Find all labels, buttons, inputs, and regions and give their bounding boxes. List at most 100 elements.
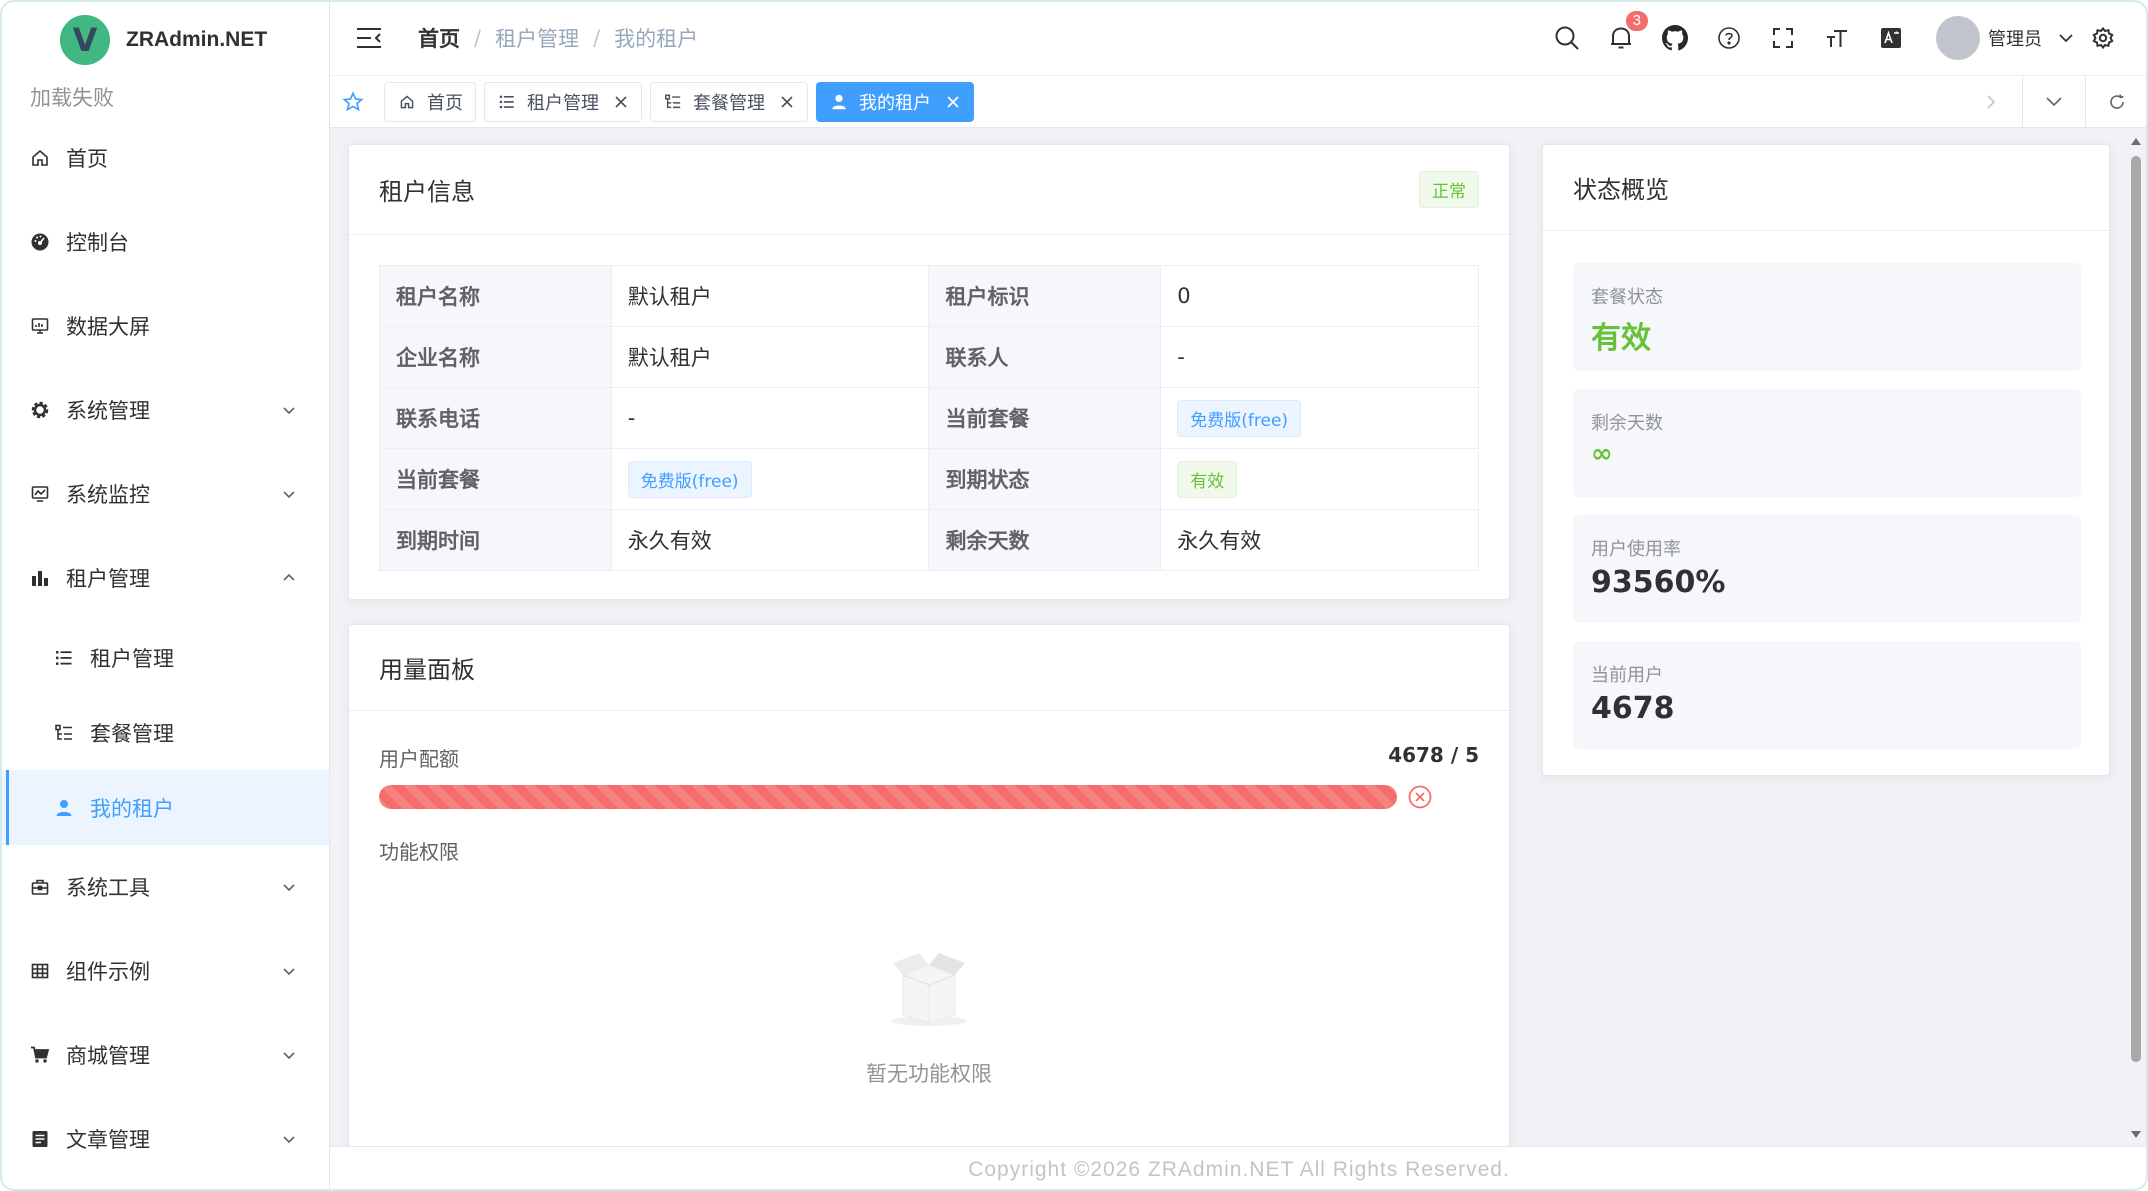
tree-list-icon [52, 721, 76, 745]
notification-badge: 3 [1623, 9, 1650, 33]
field-value: 默认租户 [610, 265, 930, 327]
field-value: 默认租户 [610, 326, 930, 388]
tab-home[interactable]: 首页 [384, 81, 476, 122]
scroll-down-arrow-icon[interactable] [2131, 1131, 2141, 1138]
tab-package-manage[interactable]: 套餐管理 [650, 81, 808, 122]
field-label: 企业名称 [379, 326, 612, 388]
permission-label: 功能权限 [379, 840, 459, 864]
tab-tenant-manage[interactable]: 租户管理 [484, 81, 642, 122]
sidebar-item-monitor[interactable]: 系统监控 [0, 452, 329, 536]
table-row: 当前套餐 免费版(free) 到期状态 有效 [379, 448, 1479, 510]
field-value: - [1160, 326, 1479, 388]
circle-close-icon [1408, 785, 1432, 809]
stat-value: 4678 [1591, 691, 1675, 726]
top-header: 首页 / 租户管理 / 我的租户 3 管理员 [330, 0, 2148, 76]
sidebar-subitem-package-manage[interactable]: 套餐管理 [0, 695, 329, 770]
sidebar-item-label: 商城管理 [66, 1044, 150, 1068]
user-name[interactable]: 管理员 [1988, 25, 2042, 51]
stat-label: 剩余天数 [1591, 413, 1663, 434]
copyright-text: Copyright ©2026 ZRAdmin.NET All Rights R… [968, 1158, 1510, 1181]
sidebar-toggle-icon[interactable] [354, 23, 384, 53]
vertical-scrollbar[interactable] [2128, 134, 2144, 1142]
scroll-up-arrow-icon[interactable] [2131, 138, 2141, 145]
sidebar-item-home[interactable]: 首页 [0, 116, 329, 200]
sidebar-item-label: 控制台 [66, 231, 129, 255]
chevron-down-icon [283, 968, 295, 976]
close-icon[interactable] [613, 94, 629, 110]
card-title: 状态概览 [1573, 176, 1669, 204]
breadcrumb-my-tenant: 我的租户 [614, 26, 699, 51]
language-icon[interactable] [1876, 23, 1906, 53]
sidebar-item-components[interactable]: 组件示例 [0, 929, 329, 1013]
chart-monitor-icon [28, 482, 52, 506]
fullscreen-icon[interactable] [1768, 23, 1798, 53]
sidebar-item-system[interactable]: 系统管理 [0, 368, 329, 452]
usage-body: 用户配额 4678 / 5 功能权限 暂无功能权限 [349, 743, 1509, 1088]
tree-list-icon [663, 92, 683, 112]
chevron-down-icon[interactable] [2037, 85, 2071, 119]
search-icon[interactable] [1552, 23, 1582, 53]
breadcrumb-tenant-manage: 租户管理 [495, 26, 580, 51]
home-icon [28, 146, 52, 170]
field-label: 当前套餐 [379, 448, 612, 510]
quota-value: 4678 / 5 [1388, 743, 1479, 767]
table-row: 联系电话 - 当前套餐 免费版(free) [379, 387, 1479, 449]
sidebar-menu: 首页 控制台 数据大屏 系统管理 系统监控 租户管理 租户管理 套餐管理 我的租… [0, 116, 329, 1181]
app-title: ZRAdmin.NET [126, 28, 268, 51]
stat-current-users: 当前用户 4678 [1573, 641, 2081, 749]
settings-gear-icon[interactable] [2088, 23, 2118, 53]
table-row: 企业名称 默认租户 联系人 - [379, 326, 1479, 388]
help-icon[interactable] [1714, 23, 1744, 53]
font-size-icon[interactable] [1822, 23, 1852, 53]
sidebar-item-label: 文章管理 [66, 1128, 150, 1152]
sidebar-subitem-label: 我的租户 [90, 796, 174, 821]
sidebar-item-shop[interactable]: 商城管理 [0, 1013, 329, 1097]
avatar[interactable] [1936, 16, 1980, 60]
tab-my-tenant[interactable]: 我的租户 [816, 81, 974, 122]
refresh-icon[interactable] [2100, 85, 2134, 119]
sidebar-item-label: 租户管理 [66, 567, 150, 591]
status-badge: 正常 [1419, 171, 1479, 208]
sidebar: V ZRAdmin.NET 加载失败 首页 控制台 数据大屏 系统管理 系统监控… [0, 0, 330, 1191]
close-icon[interactable] [945, 94, 961, 110]
logo-icon: V [60, 15, 110, 65]
logo-area[interactable]: V ZRAdmin.NET [0, 0, 329, 80]
close-icon[interactable] [779, 94, 795, 110]
package-tag: 免费版(free) [627, 460, 752, 498]
scroll-thumb[interactable] [2131, 156, 2141, 1062]
field-label: 租户名称 [379, 265, 612, 327]
load-fail-text: 加载失败 [30, 86, 114, 110]
sidebar-subitem-tenant-manage[interactable]: 租户管理 [0, 620, 329, 695]
sidebar-item-tenant[interactable]: 租户管理 [0, 536, 329, 620]
sidebar-item-label: 首页 [66, 147, 108, 171]
card-header: 租户信息 正常 [349, 145, 1509, 235]
stat-value: 93560% [1591, 565, 1726, 600]
sidebar-item-tools[interactable]: 系统工具 [0, 845, 329, 929]
quota-label: 用户配额 [379, 747, 459, 771]
breadcrumb-home[interactable]: 首页 [418, 23, 460, 53]
sidebar-item-label: 系统监控 [66, 483, 150, 507]
breadcrumb: 首页 / 租户管理 / 我的租户 [418, 23, 698, 53]
field-value: 免费版(free) [1160, 387, 1479, 449]
field-value: 有效 [1160, 448, 1479, 510]
field-label: 到期时间 [379, 509, 612, 571]
stat-label: 用户使用率 [1591, 539, 1681, 560]
document-icon [28, 1127, 52, 1151]
chevron-right-icon[interactable] [1974, 85, 2008, 119]
tenant-info-table: 租户名称 默认租户 租户标识 0 企业名称 默认租户 联系人 - 联系电话 - … [379, 265, 1479, 571]
sidebar-subitem-my-tenant[interactable]: 我的租户 [0, 770, 329, 845]
sidebar-item-article[interactable]: 文章管理 [0, 1097, 329, 1181]
star-icon[interactable] [340, 89, 366, 115]
chevron-up-icon [283, 573, 295, 581]
chevron-down-icon[interactable] [2056, 28, 2076, 48]
notification-bell-icon[interactable]: 3 [1606, 9, 1650, 53]
tags-actions [1960, 76, 2148, 128]
chevron-down-icon [283, 884, 295, 892]
sidebar-item-console[interactable]: 控制台 [0, 200, 329, 284]
field-label: 当前套餐 [928, 387, 1162, 449]
sidebar-item-data-screen[interactable]: 数据大屏 [0, 284, 329, 368]
github-icon[interactable] [1660, 23, 1690, 53]
table-row: 租户名称 默认租户 租户标识 0 [379, 265, 1479, 327]
list-icon [497, 92, 517, 112]
footer: Copyright ©2026 ZRAdmin.NET All Rights R… [330, 1146, 2148, 1191]
